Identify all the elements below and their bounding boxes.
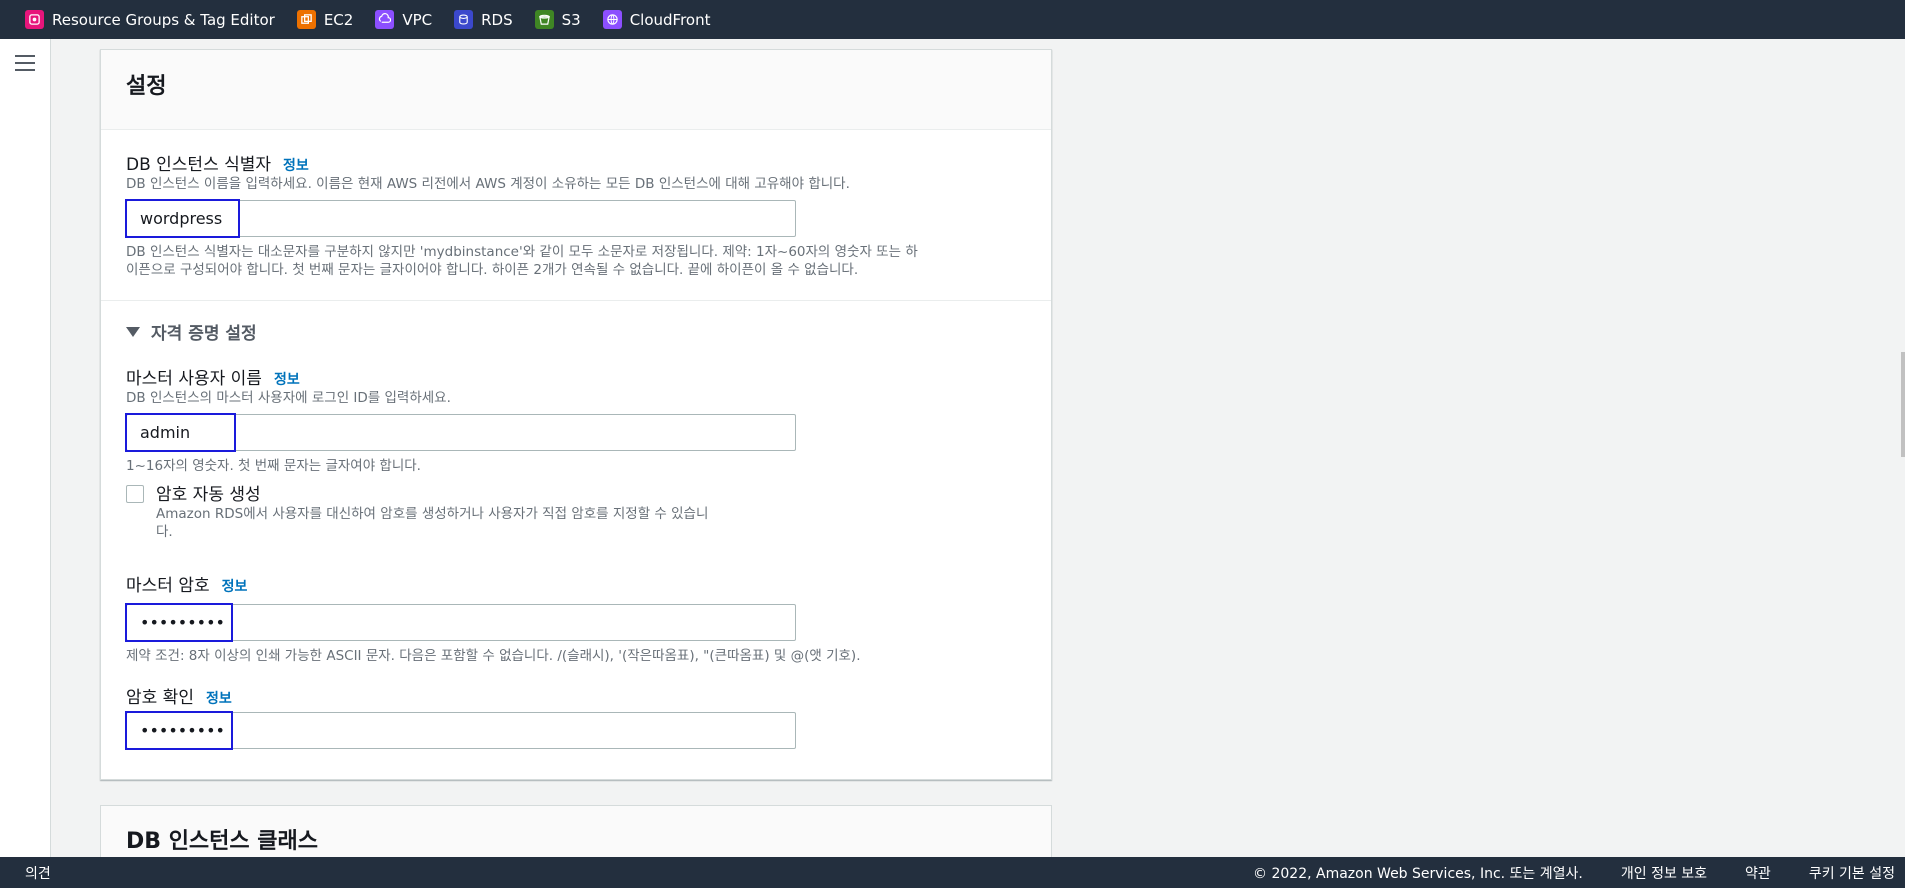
auto-generate-password-label: 암호 자동 생성 [156,485,261,505]
copyright-text: © 2022, Amazon Web Services, Inc. 또는 계열사… [1253,865,1583,882]
resource-groups-icon [25,10,44,29]
settings-panel-header: 설정 [101,50,1051,130]
rds-icon [454,10,474,29]
favorite-rds[interactable]: RDS [454,10,513,29]
instance-class-panel: DB 인스턴스 클래스 [100,805,1052,857]
favorites-bar: Resource Groups & Tag Editor EC2 VPC RDS… [0,0,1905,39]
cookie-preferences-link[interactable]: 쿠키 기본 설정 [1809,863,1895,883]
auto-generate-password-checkbox[interactable] [126,485,144,503]
favorite-label: RDS [481,10,513,29]
menu-icon[interactable] [15,55,35,73]
master-username-label: 마스터 사용자 이름 [126,369,262,389]
instance-identifier-label: DB 인스턴스 식별자 [126,155,272,175]
master-username-info-link[interactable]: 정보 [274,369,300,389]
favorite-label: EC2 [323,10,354,29]
confirm-password-input[interactable] [126,712,796,749]
side-navigation-rail [0,39,51,857]
instance-identifier-constraint-line2: 이픈으로 구성되어야 합니다. 첫 번째 문자는 글자이어야 합니다. 하이픈 … [126,262,859,278]
master-username-constraint: 1~16자의 영숫자. 첫 번째 문자는 글자여야 합니다. [126,458,421,474]
favorite-resource-groups[interactable]: Resource Groups & Tag Editor [25,10,275,29]
confirm-password-info-link[interactable]: 정보 [206,688,232,708]
favorite-label: S3 [561,10,581,29]
master-username-input[interactable] [126,414,796,451]
favorite-ec2[interactable]: EC2 [296,10,354,29]
settings-title: 설정 [126,74,167,99]
master-username-description: DB 인스턴스의 마스터 사용자에 로그인 ID를 입력하세요. [126,390,451,406]
main-content: 설정 DB 인스턴스 식별자 정보 DB 인스턴스 이름을 입력하세요. 이름은… [52,39,1905,857]
master-password-input[interactable] [126,604,796,641]
auto-generate-password-option: 암호 자동 생성 Amazon RDS에서 사용자를 대신하여 암호를 생성하거… [126,480,1026,541]
favorite-vpc[interactable]: VPC [375,10,432,29]
instance-identifier-info-link[interactable]: 정보 [283,155,309,175]
auto-generate-password-description-line1: Amazon RDS에서 사용자를 대신하여 암호를 생성하거나 사용자가 직접… [156,506,709,522]
master-password-label: 마스터 암호 [126,576,210,596]
favorite-s3[interactable]: S3 [534,10,581,29]
instance-identifier-constraint-line1: DB 인스턴스 식별자는 대소문자를 구분하지 않지만 'mydbinstanc… [126,244,918,260]
credentials-settings-expander[interactable]: 자격 증명 설정 [126,319,1026,344]
credentials-settings-title: 자격 증명 설정 [151,324,257,344]
master-username-field: 마스터 사용자 이름 정보 DB 인스턴스의 마스터 사용자에 로그인 ID를 … [125,364,1026,475]
instance-identifier-input[interactable] [126,200,796,237]
ec2-icon [296,10,316,29]
favorite-cloudfront[interactable]: CloudFront [602,10,711,29]
s3-icon [534,10,554,29]
settings-panel: 설정 DB 인스턴스 식별자 정보 DB 인스턴스 이름을 입력하세요. 이름은… [100,49,1052,780]
scrollbar-thumb[interactable] [1901,352,1905,457]
master-password-constraint: 제약 조건: 8자 이상의 인쇄 가능한 ASCII 문자. 다음은 포함할 수… [126,648,861,664]
footer: 의견 © 2022, Amazon Web Services, Inc. 또는 … [0,857,1905,888]
master-password-info-link[interactable]: 정보 [222,576,248,596]
instance-class-title: DB 인스턴스 클래스 [126,829,319,854]
favorite-label: Resource Groups & Tag Editor [52,10,275,29]
terms-link[interactable]: 약관 [1745,863,1771,883]
favorite-label: VPC [402,10,433,29]
feedback-link[interactable]: 의견 [25,863,51,883]
vpc-icon [375,10,395,29]
instance-identifier-field: DB 인스턴스 식별자 정보 DB 인스턴스 이름을 입력하세요. 이름은 현재… [125,150,1026,279]
confirm-password-label: 암호 확인 [126,688,194,708]
confirm-password-field: 암호 확인 정보 [125,683,1026,750]
instance-identifier-description: DB 인스턴스 이름을 입력하세요. 이름은 현재 AWS 리전에서 AWS 계… [126,176,850,192]
caret-down-icon [126,326,140,337]
cloudfront-icon [602,10,622,29]
privacy-link[interactable]: 개인 정보 보호 [1621,863,1707,883]
favorite-label: CloudFront [629,10,711,29]
master-password-field: 마스터 암호 정보 제약 조건: 8자 이상의 인쇄 가능한 ASCII 문자.… [125,571,1026,665]
auto-generate-password-description-line2: 다. [156,524,173,540]
